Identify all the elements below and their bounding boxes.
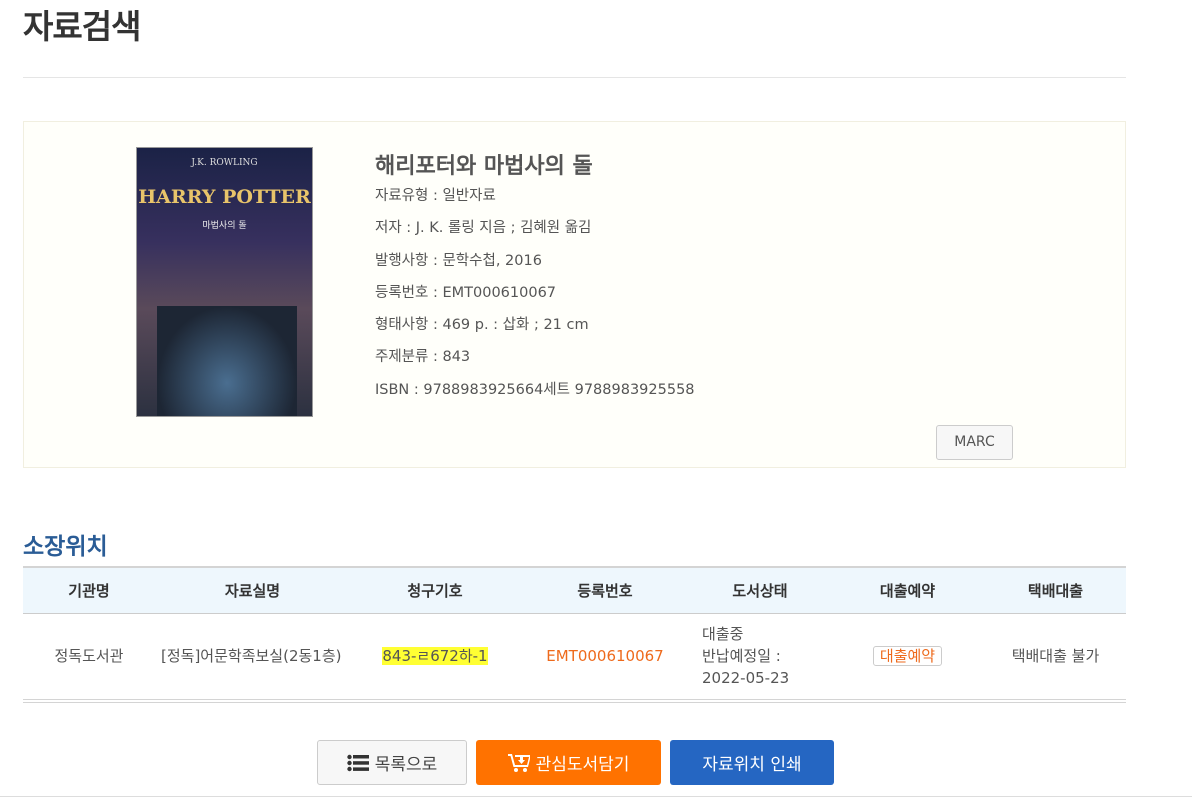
back-to-list-label: 목록으로 [374, 755, 438, 775]
divider [23, 77, 1126, 78]
book-detail-panel: J.K. ROWLING HARRY POTTER 마법사의 돌 해리포터와 마… [23, 121, 1126, 468]
col-status: 도서상태 [732, 581, 788, 600]
col-reg-no: 등록번호 [577, 581, 633, 600]
field-isbn: ISBN : 9788983925664세트 9788983925558 [375, 381, 695, 398]
call-number: 843-ㄹ672하-1 [382, 647, 488, 666]
book-status: 대출중 반납예정일 : 2022-05-23 [690, 613, 830, 701]
library-name: 정독도서관 [54, 647, 124, 666]
book-cover-image: J.K. ROWLING HARRY POTTER 마법사의 돌 [136, 147, 313, 417]
due-label: 반납예정일 : [702, 647, 781, 666]
field-type: 자료유형 : 일반자료 [375, 188, 496, 204]
delivery-status: 택배대출 불가 [1011, 647, 1100, 666]
holdings-heading: 소장위치 [23, 534, 108, 560]
holdings-table: 기관명 자료실명 청구기호 등록번호 도서상태 대출예약 택배대출 정독도서관 … [23, 566, 1126, 703]
marc-button[interactable]: MARC [936, 425, 1013, 460]
back-to-list-button[interactable]: 목록으로 [317, 740, 467, 785]
footer-divider [0, 796, 1192, 797]
field-author: 저자 : J. K. 롤링 지음 ; 김혜원 옮김 [375, 220, 592, 237]
table-row: 정독도서관 [정독]어문학족보실(2동1층) 843-ㄹ672하-1 EMT00… [23, 613, 1126, 701]
cover-series: HARRY POTTER [138, 186, 311, 208]
col-room: 자료실명 [224, 581, 281, 600]
list-icon [347, 754, 369, 771]
field-physical: 형태사항 : 469 p. : 삽화 ; 21 cm [375, 317, 589, 334]
col-reserve: 대출예약 [879, 581, 936, 600]
book-title: 해리포터와 마법사의 돌 [375, 154, 593, 179]
print-location-button[interactable]: 자료위치 인쇄 [670, 740, 834, 785]
field-publication: 발행사항 : 문학수첩, 2016 [375, 252, 542, 269]
status-text: 대출중 [702, 625, 744, 644]
due-date: 2022-05-23 [702, 669, 790, 688]
cover-author: J.K. ROWLING [191, 158, 258, 168]
field-reg-no: 등록번호 : EMT000610067 [375, 284, 557, 301]
cart-icon [507, 753, 530, 772]
field-subject: 주제분류 : 843 [375, 349, 471, 366]
book-info: 해리포터와 마법사의 돌 자료유형 : 일반자료 저자 : J. K. 롤링 지… [375, 148, 695, 412]
col-call-number: 청구기호 [407, 581, 463, 600]
cover-subtitle: 마법사의 돌 [202, 221, 247, 231]
add-to-wishlist-label: 관심도서담기 [535, 755, 630, 775]
col-delivery: 택배대출 [1027, 581, 1084, 600]
reserve-button[interactable]: 대출예약 [872, 646, 943, 667]
reg-number: EMT000610067 [546, 647, 664, 666]
add-to-wishlist-button[interactable]: 관심도서담기 [476, 740, 661, 785]
col-library: 기관명 [68, 581, 110, 600]
page-title: 자료검색 [23, 7, 141, 46]
table-header: 기관명 자료실명 청구기호 등록번호 도서상태 대출예약 택배대출 [23, 567, 1126, 613]
room-name: [정독]어문학족보실(2동1층) [161, 647, 342, 666]
